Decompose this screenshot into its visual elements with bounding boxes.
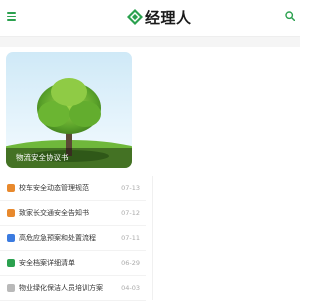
top-header: 经理人 xyxy=(0,0,300,37)
search-icon[interactable] xyxy=(285,11,295,21)
article-date: 07-11 xyxy=(121,234,140,242)
featured-card[interactable]: 物流安全协议书 xyxy=(6,52,132,168)
article-title: 校车安全动态管理规范 xyxy=(19,184,89,192)
article-date: 07-13 xyxy=(121,184,140,192)
article-date: 04-03 xyxy=(121,284,140,292)
article-title: 物业绿化保洁人员培训方案 xyxy=(19,284,103,292)
list-item[interactable]: 校车安全动态管理规范 07-13 xyxy=(0,176,146,201)
article-title: 高危应急预案和处置流程 xyxy=(19,234,96,242)
section-divider xyxy=(0,37,300,47)
document-icon xyxy=(7,184,15,192)
hamburger-menu-icon[interactable] xyxy=(7,12,16,21)
document-icon xyxy=(7,234,15,242)
logo-diamond-icon xyxy=(127,9,143,25)
site-logo[interactable]: 经理人 xyxy=(127,6,192,28)
list-item[interactable]: 物业绿化保洁人员培训方案 04-03 xyxy=(0,276,146,301)
list-item[interactable]: 安全档案详细清单 06-29 xyxy=(0,251,146,276)
list-item[interactable]: 高危应急预案和处置流程 07-11 xyxy=(0,226,146,251)
list-item[interactable]: 致家长交通安全告知书 07-12 xyxy=(0,201,146,226)
featured-caption: 物流安全协议书 xyxy=(6,148,132,168)
document-icon xyxy=(7,259,15,267)
article-title: 安全档案详细清单 xyxy=(19,259,75,267)
document-icon xyxy=(7,284,15,292)
article-date: 06-29 xyxy=(121,259,140,267)
logo-text: 经理人 xyxy=(145,8,192,27)
article-title: 致家长交通安全告知书 xyxy=(19,209,89,217)
article-date: 07-12 xyxy=(121,209,140,217)
document-icon xyxy=(7,209,15,217)
article-list: 校车安全动态管理规范 07-13 致家长交通安全告知书 07-12 高危应急预案… xyxy=(0,176,300,301)
